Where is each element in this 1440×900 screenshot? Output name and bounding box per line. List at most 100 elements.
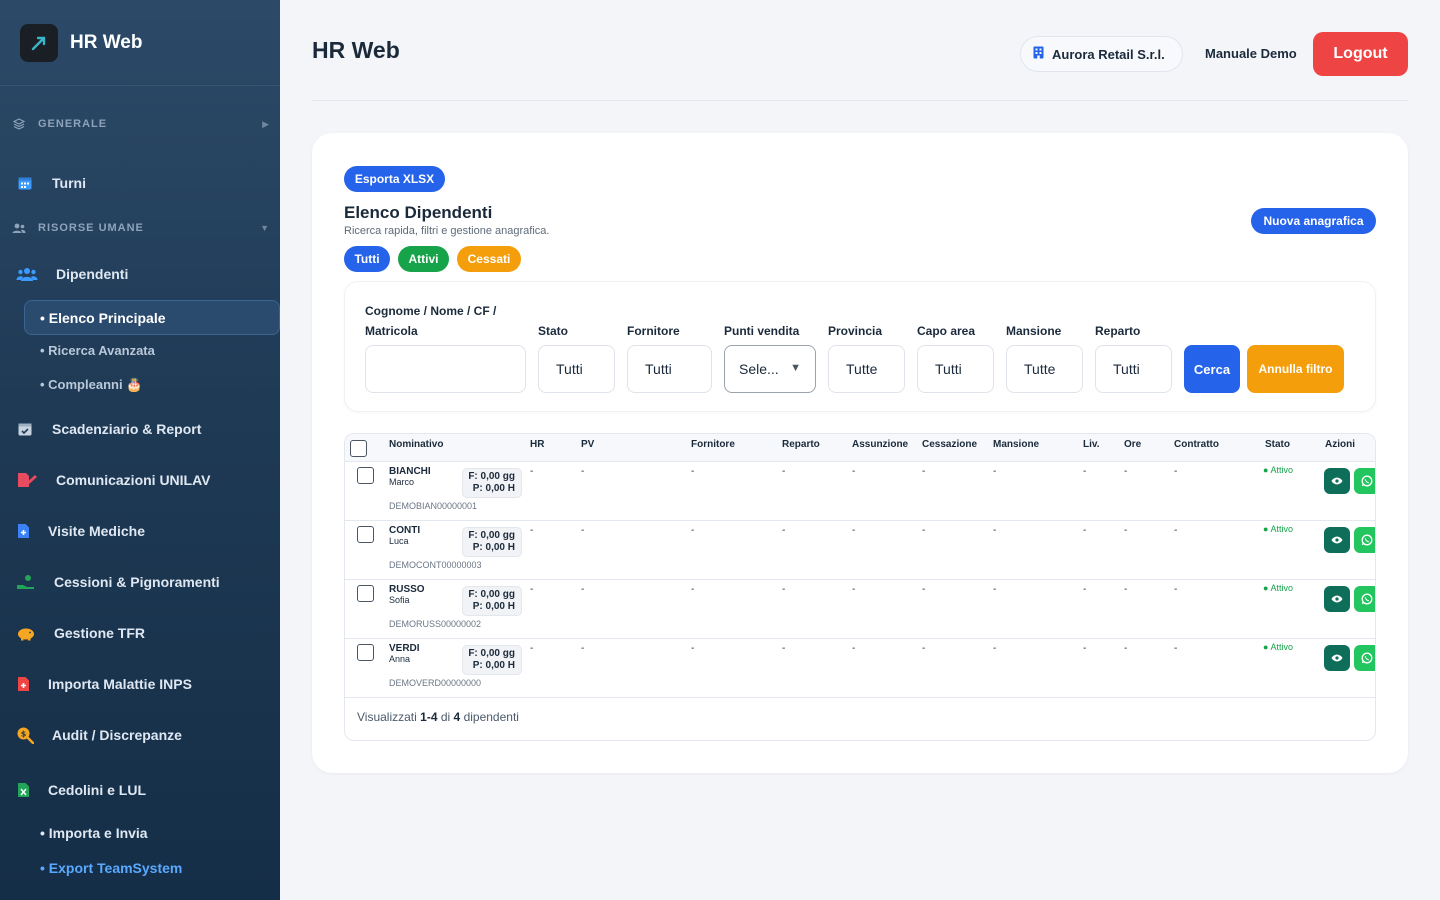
row-checkbox[interactable]: [357, 585, 374, 602]
row-checkbox[interactable]: [357, 644, 374, 661]
col-hr[interactable]: HR: [530, 439, 544, 450]
sidebar-item-turni[interactable]: Turni: [16, 174, 266, 192]
row-checkbox[interactable]: [357, 467, 374, 484]
col-cessazione[interactable]: Cessazione: [922, 439, 977, 450]
col-livello[interactable]: Liv.: [1083, 439, 1099, 450]
col-nominativo[interactable]: Nominativo: [389, 439, 443, 450]
cell-assunzione: -: [852, 525, 856, 536]
provincia-select[interactable]: Tutte: [828, 345, 905, 393]
cell-cessazione: -: [922, 643, 926, 654]
fornitore-label: Fornitore: [627, 324, 680, 338]
sidebar-item-tfr[interactable]: Gestione TFR: [16, 624, 266, 642]
sidebar-item-dipendenti[interactable]: Dipendenti: [16, 265, 266, 283]
header-divider: [312, 100, 1408, 101]
eye-icon: [1331, 595, 1343, 603]
view-button[interactable]: [1324, 468, 1350, 494]
cell-hr: -: [530, 584, 534, 595]
stato-select[interactable]: Tutti: [538, 345, 615, 393]
footer-prefix: Visualizzati: [357, 710, 417, 724]
cell-fornitore: -: [691, 643, 695, 654]
table-row[interactable]: VERDI Anna DEMOVERD00000000 F: 0,00 gg P:…: [345, 639, 1375, 698]
sidebar-item-label: Turni: [52, 175, 86, 191]
sidebar-item-unilav[interactable]: Comunicazioni UNILAV: [16, 471, 266, 489]
table-row[interactable]: BIANCHI Marco DEMOBIAN00000001 F: 0,00 g…: [345, 462, 1375, 521]
cell-mansione: -: [993, 525, 997, 536]
balance-badge: F: 0,00 gg P: 0,00 H: [462, 645, 522, 675]
punti-vendita-value: Sele...: [739, 361, 779, 377]
search-input[interactable]: [365, 345, 526, 393]
col-ore[interactable]: Ore: [1124, 439, 1141, 450]
employee-surname: VERDI: [389, 643, 420, 654]
employee-surname: RUSSO: [389, 584, 425, 595]
export-xlsx-button[interactable]: Esporta XLSX: [344, 166, 445, 192]
select-all-checkbox[interactable]: [350, 440, 367, 457]
sidebar-subitem-ricerca-avanzata[interactable]: • Ricerca Avanzata: [40, 343, 155, 358]
col-azioni: Azioni: [1325, 439, 1355, 450]
view-button[interactable]: [1324, 527, 1350, 553]
punti-vendita-select[interactable]: Sele... ▼: [724, 345, 816, 393]
col-pv[interactable]: PV: [581, 439, 594, 450]
cell-ore: -: [1124, 584, 1128, 595]
cell-hr: -: [530, 466, 534, 477]
brand-name: HR Web: [70, 31, 143, 53]
filter-pill-attivi[interactable]: Attivi: [398, 246, 449, 272]
whatsapp-button[interactable]: [1354, 468, 1375, 494]
table-row[interactable]: CONTI Luca DEMOCONT00000003 F: 0,00 gg P:…: [345, 521, 1375, 580]
brand-logo-icon: [20, 23, 58, 62]
punti-vendita-label: Punti vendita: [724, 324, 800, 338]
file-excel-icon: [16, 781, 30, 799]
capo-area-select[interactable]: Tutti: [917, 345, 994, 393]
sidebar-item-label: Cedolini e LUL: [48, 782, 146, 798]
provincia-label: Provincia: [828, 324, 883, 338]
view-button[interactable]: [1324, 586, 1350, 612]
sidebar-item-visite-mediche[interactable]: Visite Mediche: [16, 522, 266, 540]
sidebar-section-generale[interactable]: GENERALE ▶: [12, 117, 270, 131]
company-selector[interactable]: Aurora Retail S.r.l.: [1020, 36, 1183, 72]
cell-hr: -: [530, 643, 534, 654]
sidebar-item-scadenziario[interactable]: Scadenziario & Report: [16, 420, 266, 438]
sidebar-subitem-elenco-principale[interactable]: • Elenco Principale: [24, 300, 280, 335]
sidebar-item-cessioni[interactable]: Cessioni & Pignoramenti: [16, 573, 266, 591]
sidebar-item-label: Scadenziario & Report: [52, 421, 202, 437]
cell-assunzione: -: [852, 466, 856, 477]
filter-pill-tutti[interactable]: Tutti: [344, 246, 390, 272]
col-stato[interactable]: Stato: [1265, 439, 1290, 450]
footer-total: 4: [453, 710, 461, 724]
col-assunzione[interactable]: Assunzione: [852, 439, 908, 450]
mansione-select[interactable]: Tutte: [1006, 345, 1083, 393]
col-fornitore[interactable]: Fornitore: [691, 439, 735, 450]
sidebar-section-risorse-umane[interactable]: RISORSE UMANE ▼: [12, 221, 270, 235]
sidebar-subitem-importa-invia[interactable]: • Importa e Invia: [40, 825, 148, 841]
users-icon: [12, 221, 26, 235]
search-button[interactable]: Cerca: [1184, 345, 1240, 393]
view-button[interactable]: [1324, 645, 1350, 671]
reset-filter-button[interactable]: Annulla filtro: [1247, 345, 1344, 393]
row-checkbox[interactable]: [357, 526, 374, 543]
employees-table: Nominativo HR PV Fornitore Reparto Assun…: [344, 433, 1376, 741]
sidebar-item-label: Dipendenti: [56, 266, 129, 282]
filter-pill-cessati[interactable]: Cessati: [457, 246, 521, 272]
whatsapp-button[interactable]: [1354, 586, 1375, 612]
col-reparto[interactable]: Reparto: [782, 439, 820, 450]
whatsapp-button[interactable]: [1354, 527, 1375, 553]
whatsapp-button[interactable]: [1354, 645, 1375, 671]
col-contratto[interactable]: Contratto: [1174, 439, 1219, 450]
manual-link[interactable]: Manuale Demo: [1205, 46, 1297, 61]
col-mansione[interactable]: Mansione: [993, 439, 1039, 450]
mansione-label: Mansione: [1006, 324, 1062, 338]
fornitore-select[interactable]: Tutti: [627, 345, 712, 393]
table-row[interactable]: RUSSO Sofia DEMORUSS00000002 F: 0,00 gg P…: [345, 580, 1375, 639]
whatsapp-icon: [1361, 593, 1373, 605]
employee-name: Marco: [389, 477, 415, 487]
cell-contratto: -: [1174, 643, 1178, 654]
sidebar-item-malattie-inps[interactable]: Importa Malattie INPS: [16, 675, 266, 693]
new-employee-button[interactable]: Nuova anagrafica: [1251, 208, 1376, 234]
sidebar-item-audit[interactable]: $ Audit / Discrepanze: [16, 726, 266, 744]
cell-assunzione: -: [852, 643, 856, 654]
brand[interactable]: HR Web: [0, 0, 280, 86]
sidebar-subitem-export-teamsystem[interactable]: • Export TeamSystem: [40, 860, 182, 876]
logout-button[interactable]: Logout: [1313, 32, 1408, 76]
sidebar-item-cedolini[interactable]: Cedolini e LUL: [16, 781, 266, 799]
sidebar-subitem-compleanni[interactable]: • Compleanni 🎂: [40, 377, 142, 393]
reparto-select[interactable]: Tutti: [1095, 345, 1172, 393]
